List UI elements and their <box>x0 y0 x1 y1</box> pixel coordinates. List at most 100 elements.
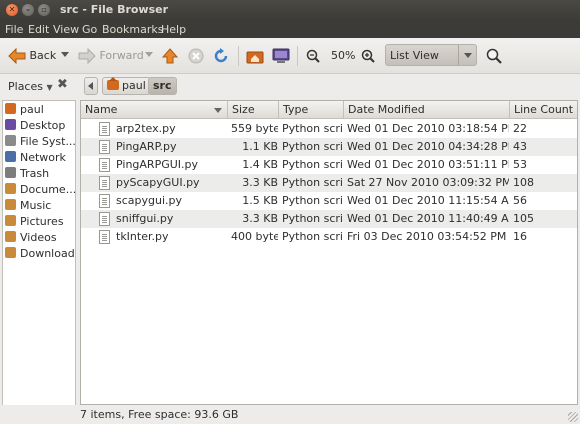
home-folder-icon <box>5 103 16 114</box>
file-date-cell: Fri 03 Dec 2010 03:54:52 PM CST <box>347 230 509 243</box>
file-name-cell: PingARP.py <box>116 140 177 153</box>
downloads-folder-icon <box>5 247 16 258</box>
file-type-cell: Python script <box>282 140 344 153</box>
back-button[interactable]: Back <box>8 46 56 66</box>
forward-button[interactable]: Forward <box>78 46 144 66</box>
documents-folder-icon <box>5 183 16 194</box>
window-title: src - File Browser <box>60 3 169 16</box>
home-button[interactable] <box>246 46 264 66</box>
computer-icon <box>272 48 290 63</box>
maximize-window-button[interactable]: ▫ <box>38 4 50 16</box>
sidebar-item[interactable]: Trash <box>5 166 75 182</box>
file-date-cell: Wed 01 Dec 2010 03:51:11 PM CST <box>347 158 509 171</box>
sidebar-item[interactable]: Downloads <box>5 246 75 262</box>
file-type-cell: Python script <box>282 122 344 135</box>
file-row[interactable]: scapygui.py 1.5 KB Python scriptWed 01 Dec… <box>81 192 577 210</box>
zoom-level[interactable]: 50% <box>331 46 355 66</box>
toolbar-separator <box>297 46 298 66</box>
sidebar-item[interactable]: File Syst... <box>5 134 75 150</box>
forward-history-dropdown[interactable] <box>145 52 153 57</box>
file-list-header: Name Size Type Date Modified Line Count <box>81 101 577 119</box>
minimize-window-button[interactable]: – <box>22 4 34 16</box>
zoom-in-button[interactable] <box>361 46 375 66</box>
file-size-cell: 400 bytes <box>231 230 278 243</box>
file-lines-cell: 43 <box>513 140 527 153</box>
places-sidebar: paul Desktop File Syst... Network Trash Docum… <box>0 98 78 408</box>
file-size-cell: 559 bytes <box>231 122 278 135</box>
file-date-cell: Wed 01 Dec 2010 03:18:54 PM CST <box>347 122 509 135</box>
home-folder-icon <box>107 77 119 90</box>
file-row[interactable]: pyScapyGUI.py 3.3 KB Python scriptSat 27 N… <box>81 174 577 192</box>
python-file-icon <box>99 140 110 154</box>
trash-icon <box>5 167 16 178</box>
home-folder-icon <box>246 51 264 64</box>
python-file-icon <box>99 176 110 190</box>
back-history-dropdown[interactable] <box>61 52 69 57</box>
file-row[interactable]: tkInter.py 400 bytes Python scriptFri 03 D… <box>81 228 577 246</box>
menu-file[interactable]: File <box>5 23 23 36</box>
menu-edit[interactable]: Edit <box>28 23 49 36</box>
zoom-in-icon <box>361 49 375 63</box>
close-sidebar-icon[interactable]: ✖ <box>57 77 68 92</box>
sidebar-item-label: File Syst... <box>20 135 75 148</box>
file-type-cell: Python script <box>282 176 344 189</box>
sidebar-item-label: paul <box>20 103 44 116</box>
breadcrumb-paul[interactable]: paul <box>102 77 151 95</box>
file-row[interactable]: sniffgui.py 3.3 KB Python scriptWed 01 Dec… <box>81 210 577 228</box>
column-label: Line Count <box>514 103 574 116</box>
sidebar-item[interactable]: Pictures <box>5 214 75 230</box>
sidebar-item[interactable]: Desktop <box>5 118 75 134</box>
sidebar-item[interactable]: Music <box>5 198 75 214</box>
reload-button[interactable] <box>213 46 229 66</box>
music-folder-icon <box>5 199 16 210</box>
breadcrumb-scroll-left[interactable] <box>84 77 98 95</box>
sidebar-item-label: Desktop <box>20 119 66 132</box>
file-name-cell: sniffgui.py <box>116 212 174 225</box>
menu-help[interactable]: Help <box>161 23 186 36</box>
places-selector[interactable]: Places ▼ <box>8 80 53 93</box>
toolbar: Back Forward 50% List View <box>0 38 580 74</box>
menu-bookmarks[interactable]: Bookmarks <box>102 23 163 36</box>
stop-button[interactable] <box>188 46 204 66</box>
back-label: Back <box>29 49 57 62</box>
column-header-size[interactable]: Size <box>228 101 279 119</box>
menu-bar: File Edit View Go Bookmarks Help <box>0 20 580 56</box>
breadcrumb-src[interactable]: src <box>148 77 177 95</box>
title-bar: ✕ – ▫ src - File Browser <box>0 0 580 20</box>
file-name-cell: scapygui.py <box>116 194 183 207</box>
sidebar-item[interactable]: Network <box>5 150 75 166</box>
menu-view[interactable]: View <box>53 23 79 36</box>
file-size-cell: 3.3 KB <box>242 212 278 225</box>
column-header-line-count[interactable]: Line Count <box>510 101 577 119</box>
sidebar-item-label: Videos <box>20 231 57 244</box>
file-lines-cell: 53 <box>513 158 527 171</box>
sidebar-item[interactable]: paul <box>5 102 75 118</box>
file-row[interactable]: arp2tex.py 559 bytes Python scriptWed 01 D… <box>81 120 577 138</box>
sidebar-item-label: Downloads <box>20 247 75 260</box>
column-label: Type <box>283 103 309 116</box>
zoom-out-button[interactable] <box>306 46 320 66</box>
column-header-type[interactable]: Type <box>279 101 344 119</box>
resize-grip[interactable] <box>568 412 578 422</box>
forward-label: Forward <box>99 49 144 62</box>
file-type-cell: Python script <box>282 230 344 243</box>
column-header-date-modified[interactable]: Date Modified <box>344 101 510 119</box>
file-lines-cell: 22 <box>513 122 527 135</box>
file-row[interactable]: PingARP.py 1.1 KB Python scriptWed 01 Dec … <box>81 138 577 156</box>
pictures-folder-icon <box>5 215 16 226</box>
file-row[interactable]: PingARPGUI.py 1.4 KB Python scriptWed 01 D… <box>81 156 577 174</box>
sidebar-item[interactable]: Docume... <box>5 182 75 198</box>
file-lines-cell: 108 <box>513 176 534 189</box>
toolbar-separator <box>238 46 239 66</box>
menu-go[interactable]: Go <box>82 23 97 36</box>
column-header-name[interactable]: Name <box>81 101 228 119</box>
search-button[interactable] <box>486 46 502 66</box>
computer-button[interactable] <box>272 46 290 66</box>
stop-icon <box>188 48 204 64</box>
close-window-button[interactable]: ✕ <box>6 4 18 16</box>
sidebar-item[interactable]: Videos <box>5 230 75 246</box>
file-size-cell: 1.1 KB <box>242 140 278 153</box>
up-button[interactable] <box>162 46 178 66</box>
view-mode-select[interactable]: List View <box>385 44 477 66</box>
column-label: Name <box>85 103 118 116</box>
